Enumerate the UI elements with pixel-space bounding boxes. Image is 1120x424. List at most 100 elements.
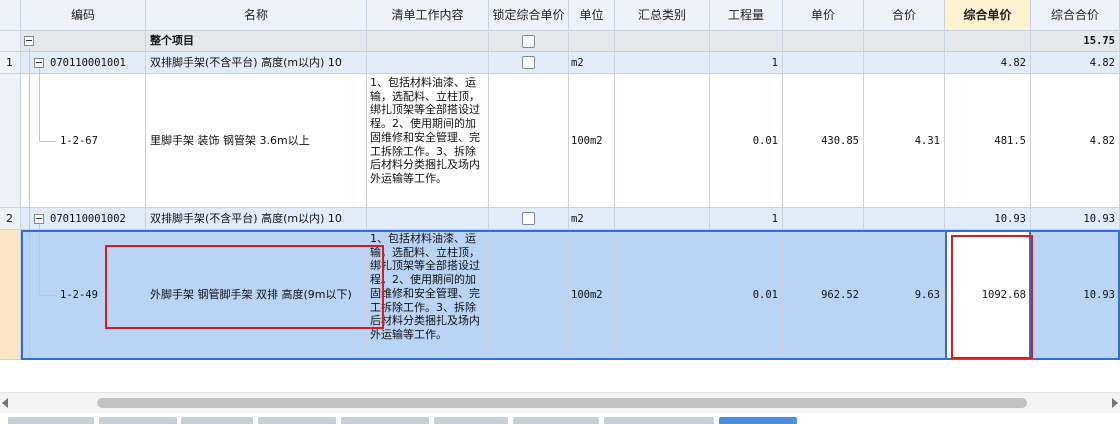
item-lock-cell bbox=[489, 74, 569, 208]
bottom-tab[interactable] bbox=[8, 417, 94, 424]
col-header-unit-price[interactable]: 单价 bbox=[783, 0, 864, 31]
total-category bbox=[615, 31, 710, 52]
item-code: 1-2-67 bbox=[60, 134, 98, 147]
total-lock-cell bbox=[489, 31, 569, 52]
group-amount bbox=[864, 52, 945, 74]
scroll-left-icon[interactable] bbox=[2, 398, 8, 408]
collapse-toggle-icon[interactable] bbox=[34, 213, 44, 224]
group-amount bbox=[864, 208, 945, 230]
item-amount: 4.31 bbox=[864, 74, 945, 208]
group-category bbox=[615, 52, 710, 74]
group-unit-price bbox=[783, 208, 864, 230]
group-row-1[interactable]: 1 070110001001 双排脚手架(不含平台) 高度(m以内) 10 m2… bbox=[0, 52, 1120, 74]
total-amount bbox=[864, 31, 945, 52]
total-row[interactable]: 整个项目 15.75 bbox=[0, 31, 1120, 52]
header-row: 编码 名称 清单工作内容 锁定综合单价 单位 汇总类别 工程量 单价 合价 综合… bbox=[0, 0, 1120, 31]
item-row-2[interactable]: 1-2-49 外脚手架 钢管脚手架 双排 高度(9m以下) 1、包括材料油漆、运… bbox=[0, 230, 1120, 360]
item-code: 1-2-49 bbox=[60, 288, 98, 301]
item-name: 里脚手架 装饰 钢管架 3.6m以上 bbox=[146, 74, 367, 208]
group-code: 070110001002 bbox=[50, 212, 126, 225]
group-unit: m2 bbox=[569, 52, 615, 74]
item-category bbox=[615, 230, 710, 360]
item-unit-price: 962.52 bbox=[783, 230, 864, 360]
total-composite-total: 15.75 bbox=[1031, 31, 1120, 52]
group-row-2[interactable]: 2 070110001002 双排脚手架(不含平台) 高度(m以内) 10 m2… bbox=[0, 208, 1120, 230]
item-composite-price: 481.5 bbox=[945, 74, 1031, 208]
bottom-tab-strip bbox=[0, 417, 1120, 424]
bottom-tab[interactable] bbox=[604, 417, 714, 424]
scroll-right-icon[interactable] bbox=[1112, 398, 1118, 408]
group-lock-cell bbox=[489, 208, 569, 230]
tree-line bbox=[29, 48, 30, 360]
collapse-toggle-icon[interactable] bbox=[34, 57, 44, 68]
lock-price-checkbox[interactable] bbox=[522, 34, 535, 48]
group-composite-total: 10.93 bbox=[1031, 208, 1120, 230]
col-header-lock-price[interactable]: 锁定综合单价 bbox=[489, 0, 569, 31]
col-header-composite-price[interactable]: 综合单价 bbox=[945, 0, 1031, 31]
item-category bbox=[615, 74, 710, 208]
scrollbar-thumb[interactable] bbox=[97, 398, 1027, 408]
item-composite-total: 4.82 bbox=[1031, 74, 1120, 208]
horizontal-scrollbar[interactable] bbox=[0, 392, 1120, 413]
bottom-tab[interactable] bbox=[181, 417, 253, 424]
item-row-1[interactable]: 1-2-67 里脚手架 装饰 钢管架 3.6m以上 1、包括材料油漆、运输，选配… bbox=[0, 74, 1120, 208]
total-name: 整个项目 bbox=[146, 31, 367, 52]
total-quantity bbox=[710, 31, 783, 52]
item-composite-price-editing[interactable]: 1092.68 bbox=[945, 230, 1031, 360]
row-index: 2 bbox=[0, 208, 21, 230]
tree-line bbox=[39, 141, 56, 142]
bottom-tab[interactable] bbox=[434, 417, 508, 424]
bottom-tab[interactable] bbox=[258, 417, 336, 424]
group-name: 双排脚手架(不含平台) 高度(m以内) 10 bbox=[146, 208, 367, 230]
lock-price-checkbox[interactable] bbox=[522, 212, 535, 225]
group-name: 双排脚手架(不含平台) 高度(m以内) 10 bbox=[146, 52, 367, 74]
item-name: 外脚手架 钢管脚手架 双排 高度(9m以下) bbox=[146, 230, 367, 360]
row-index: 1 bbox=[0, 52, 21, 74]
total-work-content bbox=[367, 31, 489, 52]
total-code-cell bbox=[21, 31, 146, 52]
group-composite-price: 10.93 bbox=[945, 208, 1031, 230]
group-category bbox=[615, 208, 710, 230]
group-code: 070110001001 bbox=[50, 56, 126, 69]
bottom-tab-active[interactable] bbox=[719, 417, 797, 424]
group-composite-price: 4.82 bbox=[945, 52, 1031, 74]
item-composite-total: 10.93 bbox=[1031, 230, 1120, 360]
group-composite-total: 4.82 bbox=[1031, 52, 1120, 74]
item-unit: 100m2 bbox=[569, 230, 615, 360]
col-header-name[interactable]: 名称 bbox=[146, 0, 367, 31]
item-lock-cell bbox=[489, 230, 569, 360]
group-unit: m2 bbox=[569, 208, 615, 230]
item-amount: 9.63 bbox=[864, 230, 945, 360]
group-quantity: 1 bbox=[710, 52, 783, 74]
total-unit-price bbox=[783, 31, 864, 52]
col-header-work-content[interactable]: 清单工作内容 bbox=[367, 0, 489, 31]
total-unit bbox=[569, 31, 615, 52]
col-header-quantity[interactable]: 工程量 bbox=[710, 0, 783, 31]
item-unit-price: 430.85 bbox=[783, 74, 864, 208]
group-lock-cell bbox=[489, 52, 569, 74]
row-index bbox=[0, 74, 21, 208]
group-quantity: 1 bbox=[710, 208, 783, 230]
col-header-unit[interactable]: 单位 bbox=[569, 0, 615, 31]
col-header-code[interactable]: 编码 bbox=[21, 0, 146, 31]
group-work-content bbox=[367, 208, 489, 230]
row-index bbox=[0, 31, 21, 52]
bottom-tab[interactable] bbox=[341, 417, 429, 424]
group-unit-price bbox=[783, 52, 864, 74]
item-work-content: 1、包括材料油漆、运输，选配料、立柱顶，绑扎顶架等全部搭设过程。2、使用期间的加… bbox=[367, 74, 489, 208]
col-header-category[interactable]: 汇总类别 bbox=[615, 0, 710, 31]
total-composite-price bbox=[945, 31, 1031, 52]
col-header-amount[interactable]: 合价 bbox=[864, 0, 945, 31]
item-work-content: 1、包括材料油漆、运输，选配料、立柱顶，绑扎顶架等全部搭设过程。2、使用期间的加… bbox=[367, 230, 489, 360]
col-header-composite-total[interactable]: 综合合价 bbox=[1031, 0, 1120, 31]
lock-price-checkbox[interactable] bbox=[522, 56, 535, 69]
bottom-tab[interactable] bbox=[513, 417, 599, 424]
tree-line bbox=[39, 224, 40, 295]
item-quantity: 0.01 bbox=[710, 74, 783, 208]
bottom-tab[interactable] bbox=[99, 417, 177, 424]
item-unit: 100m2 bbox=[569, 74, 615, 208]
tree-line bbox=[39, 68, 40, 142]
collapse-toggle-icon[interactable] bbox=[24, 36, 34, 46]
tree-line bbox=[39, 295, 56, 296]
header-corner bbox=[0, 0, 21, 31]
